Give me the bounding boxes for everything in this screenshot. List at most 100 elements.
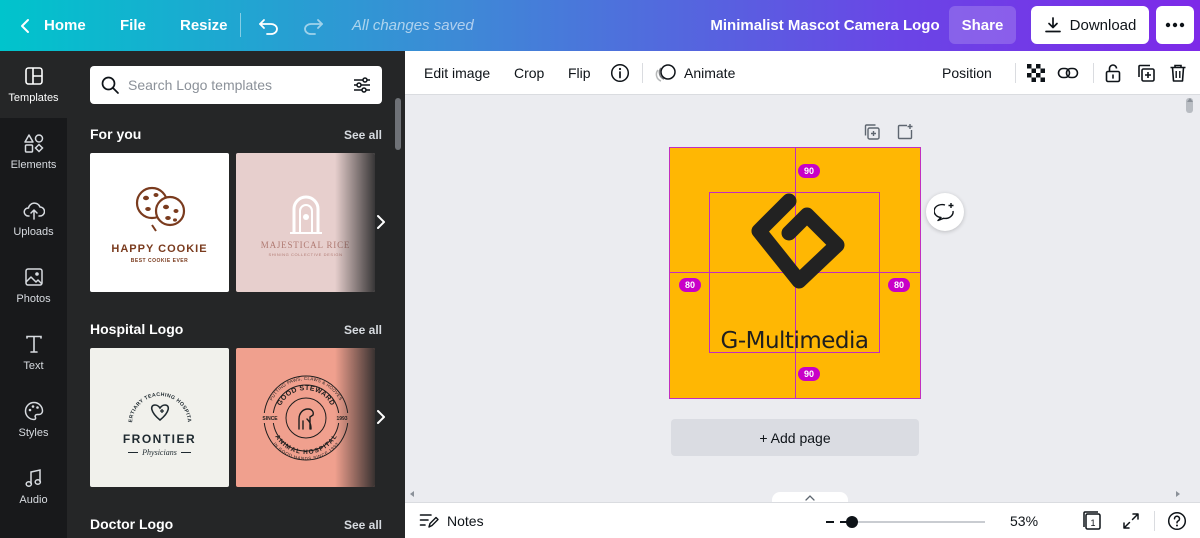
add-comment-button[interactable] [926,193,964,231]
crop-button[interactable]: Crop [514,51,544,95]
logo-wordmark: G-Multimedia [720,328,869,354]
lock-button[interactable] [1102,62,1124,84]
see-all-for-you-link[interactable]: See all [344,128,382,142]
home-button[interactable]: Home [18,0,86,51]
rail-label: Photos [16,293,51,305]
scroll-left-arrow-icon[interactable] [409,490,415,498]
more-options-button[interactable] [1156,6,1194,44]
transparency-icon [1027,64,1045,82]
search-box [90,66,382,104]
spacing-top-label: 90 [798,164,820,178]
duplicate-page-button[interactable] [863,123,881,141]
top-bar: Home File Resize All changes saved Minim… [0,0,1200,51]
rail-item-templates[interactable]: Templates [0,51,67,118]
good-steward-since: SINCE [262,416,278,422]
expand-icon [1123,513,1139,529]
document-title[interactable]: Minimalist Mascot Camera Logo [700,0,950,51]
rail-item-photos[interactable]: Photos [0,252,67,319]
cookie-illustration [135,186,185,232]
notes-button[interactable]: Notes [419,503,484,538]
pages-view-button[interactable]: 1 [1083,503,1103,538]
add-page-icon-button[interactable] [896,123,914,141]
bottom-bar: Notes 53% 1 [405,502,1200,538]
scroll-up-arrow-icon[interactable] [1186,97,1194,103]
toolbar-divider [1093,63,1094,83]
zoom-out-icon[interactable] [826,520,834,524]
info-button[interactable] [609,62,631,84]
add-page-icon [897,124,913,140]
toolbar-divider [1015,63,1016,83]
rail-item-elements[interactable]: Elements [0,118,67,185]
template-tagline: BEST COOKIE EVER [130,258,189,264]
carousel-next-for-you[interactable] [371,212,391,232]
redo-icon [304,18,323,35]
rail-label: Styles [18,427,49,439]
carousel-next-hospital[interactable] [371,407,391,427]
template-card-frontier[interactable]: TERTIARY TEACHING HOSPITAL FRONTIER Phys… [90,348,229,487]
trash-icon [1170,64,1186,82]
rail-item-audio[interactable]: Audio [0,453,67,520]
frontier-arc-text: TERTIARY TEACHING HOSPITAL [110,378,192,423]
bottombar-divider [1154,511,1155,531]
download-button[interactable]: Download [1031,6,1149,44]
rail-label: Audio [19,494,48,506]
duplicate-page-icon [864,124,880,140]
templates-icon [24,67,43,85]
animate-button[interactable]: Animate [655,51,735,95]
zoom-slider-handle[interactable] [845,516,858,528]
rail-item-text[interactable]: Text [0,319,67,386]
rail-item-styles[interactable]: Styles [0,386,67,453]
transparency-button[interactable] [1025,62,1047,84]
duplicate-button[interactable] [1135,62,1157,84]
zoom-percentage[interactable]: 53% [1010,503,1038,538]
see-all-hospital-link[interactable]: See all [344,323,382,337]
delete-button[interactable] [1167,62,1189,84]
template-card-good-steward[interactable]: PUTTING PAWS, CLAWS & HOOVES IN GOOD HAN… [236,348,375,487]
card-fade-overlay [335,348,375,487]
animate-label: Animate [684,65,736,81]
resize-button[interactable]: Resize [180,0,228,51]
chevron-up-icon [805,495,815,501]
help-button[interactable] [1167,503,1187,538]
search-icon [101,76,119,94]
uploads-icon [23,202,45,220]
save-status: All changes saved [352,17,474,34]
fullscreen-button[interactable] [1122,503,1140,538]
filter-sliders-icon[interactable] [352,75,372,95]
edit-image-button[interactable]: Edit image [424,51,490,95]
duplicate-icon [1138,64,1155,82]
arch-illustration [289,195,322,234]
chevron-left-icon [21,18,29,33]
redo-button[interactable] [302,0,324,51]
zoom-slider-track[interactable] [840,521,985,523]
undo-button[interactable] [258,0,280,51]
spacing-right-label: 80 [888,278,910,292]
music-note-icon [24,469,41,487]
template-card-majestical-rice[interactable]: MAJESTICAL RICE SHINING COLLECTIVE DESIG… [236,153,375,292]
scroll-right-arrow-icon[interactable] [1175,490,1181,498]
template-name: FRONTIER [122,432,197,446]
spacing-bottom-label: 90 [798,367,820,381]
share-button[interactable]: Share [949,6,1016,44]
g-mark-logo [751,193,845,289]
file-menu-button[interactable]: File [120,0,146,51]
see-all-doctor-link[interactable]: See all [344,518,382,532]
svg-text:TERTIARY TEACHING HOSPITAL: TERTIARY TEACHING HOSPITAL [110,378,192,423]
search-input[interactable] [128,77,352,93]
notes-label: Notes [447,513,484,529]
photos-icon [24,268,43,286]
flip-button[interactable]: Flip [568,51,591,95]
template-card-happy-cookie[interactable]: HAPPY COOKIE BEST COOKIE EVER [90,153,229,292]
text-icon [25,335,42,353]
add-page-button[interactable]: + Add page [671,419,919,456]
download-icon [1044,17,1061,33]
rail-item-uploads[interactable]: Uploads [0,185,67,252]
rail-label: Templates [8,92,59,104]
notes-icon [419,514,439,528]
position-button[interactable]: Position [942,51,992,95]
template-name: HAPPY COOKIE [111,243,208,255]
link-button[interactable] [1057,62,1079,84]
panel-scrollbar[interactable] [395,98,401,150]
chevron-right-icon [377,215,385,229]
info-icon [610,63,630,83]
